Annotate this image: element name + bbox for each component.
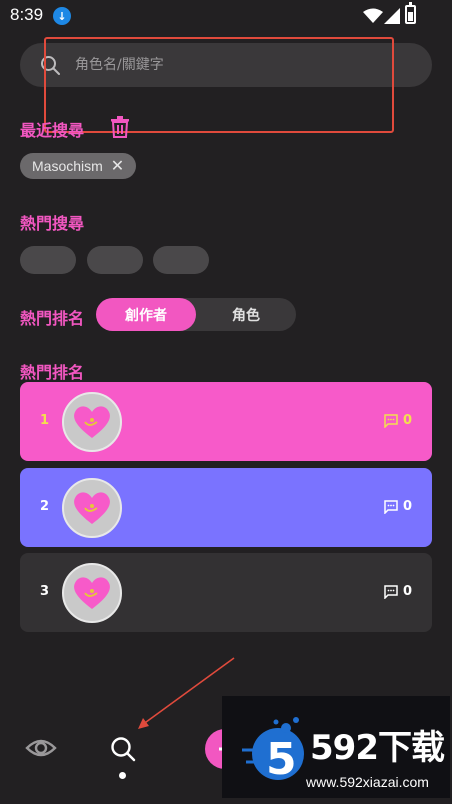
heart-icon <box>74 577 110 609</box>
avatar <box>62 478 122 538</box>
comment-count: 0 <box>403 499 413 514</box>
eye-icon[interactable] <box>25 735 57 761</box>
download-icon: ↓ <box>53 7 71 25</box>
watermark-url: www.592xiazai.com <box>306 774 429 790</box>
wifi-icon <box>363 8 383 23</box>
status-bar: 8:39 ↓ <box>0 0 452 32</box>
comment-icon <box>384 414 398 428</box>
rank-list-title: 熱門排名 <box>20 363 85 382</box>
hot-search-title: 熱門搜尋 <box>20 214 85 233</box>
search-input[interactable] <box>75 53 415 77</box>
rank-card[interactable]: 3 0 <box>20 553 432 632</box>
comment-icon <box>384 585 398 599</box>
avatar <box>62 563 122 623</box>
rank-number: 2 <box>40 499 50 514</box>
chip-label: Masochism <box>32 158 103 174</box>
toggle-character[interactable]: 角色 <box>196 298 296 331</box>
signal-icon <box>384 8 400 24</box>
nav-search-icon[interactable] <box>110 736 136 762</box>
rank-type-toggle: 創作者 角色 <box>96 298 296 331</box>
heart-icon <box>74 492 110 524</box>
hot-search-chip[interactable] <box>87 246 143 274</box>
trash-icon[interactable] <box>110 116 130 138</box>
recent-search-chip[interactable]: Masochism ✕ <box>20 153 137 179</box>
avatar <box>62 392 122 452</box>
close-icon[interactable]: ✕ <box>111 156 124 176</box>
rank-card[interactable]: 2 0 <box>20 468 432 547</box>
rank-card[interactable]: 1 0 <box>20 382 432 461</box>
hot-search-chip[interactable] <box>20 246 76 274</box>
watermark-brand: 592下载 <box>310 728 445 768</box>
rank-number: 1 <box>40 413 50 428</box>
hot-search-chip[interactable] <box>153 246 209 274</box>
search-bar[interactable] <box>20 43 432 87</box>
comment-icon <box>384 500 398 514</box>
comment-count: 0 <box>403 413 413 428</box>
recent-search-title: 最近搜尋 <box>20 121 85 140</box>
rank-toggle-title: 熱門排名 <box>20 309 85 328</box>
watermark: 5 592下载 www.592xiazai.com <box>222 696 450 798</box>
watermark-logo: 5 <box>242 717 304 785</box>
rank-number: 3 <box>40 584 50 599</box>
heart-icon <box>74 406 110 438</box>
toggle-creator[interactable]: 創作者 <box>96 298 196 331</box>
active-indicator <box>119 772 126 779</box>
search-icon <box>41 56 60 75</box>
status-time: 8:39 <box>10 5 44 24</box>
battery-icon <box>405 2 416 24</box>
svg-text:5: 5 <box>266 734 297 785</box>
comment-count: 0 <box>403 584 413 599</box>
